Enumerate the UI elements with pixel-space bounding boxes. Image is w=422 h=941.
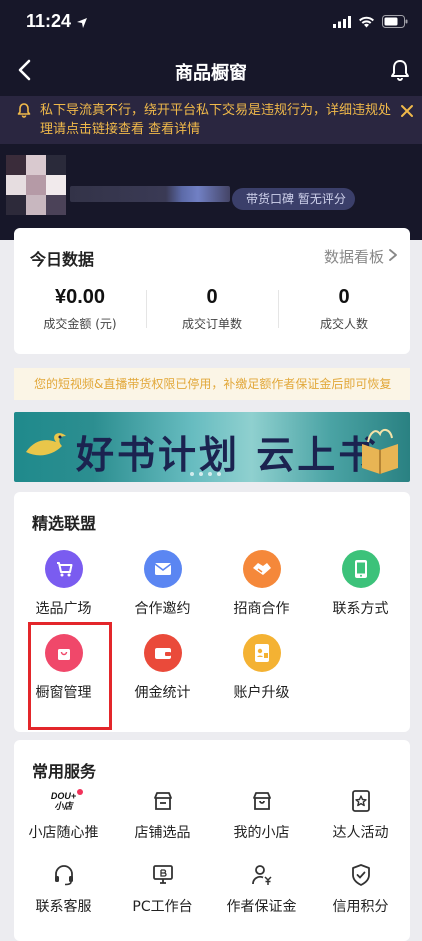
star-badge-icon [311,788,410,814]
bell-warning-icon [16,102,32,124]
dou-plus-logo-bottom: 小店 [54,801,73,811]
permission-warning[interactable]: 您的短视频&直播带货权限已停用，补缴足额作者保证金后即可恢复 [14,368,410,400]
dou-plus-logo-top: DOU+ [50,791,77,801]
page-title: 商品橱窗 [175,63,247,84]
today-data-card: 今日数据 数据看板 ¥0.00 成交金额 (元) 0 成交订单数 0 成交人数 [14,228,410,354]
service-item-creator-events[interactable]: 达人活动 [311,788,410,862]
notice-text[interactable]: 私下导流真不行，绕开平台私下交易是违规行为，详细违规处理请点击链接查看 查看详情 [40,101,398,139]
wifi-icon [358,13,375,32]
promo-banner[interactable]: 好书计划 云上书香 [14,412,410,482]
phone-icon [341,550,380,588]
data-dashboard-link[interactable]: 数据看板 [324,246,398,267]
service-item-label: 作者保证金 [226,899,297,915]
alliance-item-label: 账户升级 [233,685,290,701]
service-item-deposit[interactable]: 作者保证金 [212,862,311,936]
reputation-badge[interactable]: 带货口碑 暂无评分 [232,188,355,210]
service-item-store-selection[interactable]: 店铺选品 [113,788,212,862]
status-time: 11:24 [26,11,72,31]
avatar[interactable] [6,155,66,215]
service-item-label: 信用积分 [332,899,389,915]
alliance-card: 精选联盟 选品广场 合作邀约 招商合作 联系方式 橱窗管理 佣金统计 账户升级 [14,492,410,732]
alliance-item-merchant[interactable]: 招商合作 [212,550,311,634]
service-item-label: 我的小店 [233,825,290,841]
stats-row: ¥0.00 成交金额 (元) 0 成交订单数 0 成交人数 [14,286,410,342]
stat-order-count: 0 成交订单数 [146,286,278,342]
common-services-card: 常用服务 DOU+ 小店 小店随心推 店铺选品 我的小店 达人活动 联系客服 P… [14,740,410,941]
headset-icon [14,862,113,888]
service-item-label: 店铺选品 [134,825,191,841]
account-card-icon [242,634,281,672]
notice-banner[interactable]: 私下导流真不行，绕开平台私下交易是违规行为，详细违规处理请点击链接查看 查看详情 [0,96,422,144]
alliance-item-label: 招商合作 [233,601,290,617]
alliance-item-label: 佣金统计 [134,685,191,701]
service-item-my-shop[interactable]: 我的小店 [212,788,311,862]
store-icon [113,788,212,814]
stat-value: 0 [338,286,350,308]
profile-name-redacted [70,186,230,202]
carousel-dots [190,472,221,476]
service-item-label: 小店随心推 [28,825,99,841]
highlight-annotation-box [28,622,112,730]
profile-section: 带货口碑 暂无评分 [0,150,422,220]
service-item-customer-service[interactable]: 联系客服 [14,862,113,936]
alliance-item-commission[interactable]: 佣金统计 [113,634,212,718]
user-yuan-icon [212,862,311,888]
signal-icon [333,13,351,32]
today-data-title: 今日数据 [30,250,95,269]
stat-label: 成交人数 [319,317,368,331]
bell-icon[interactable] [388,58,412,82]
location-arrow-icon [76,14,88,33]
wallet-icon [143,634,182,672]
dou-plus-icon: DOU+ 小店 [14,788,113,814]
shop-icon [212,788,311,814]
alliance-title: 精选联盟 [32,514,97,533]
services-title: 常用服务 [32,762,97,781]
cart-icon [44,550,83,588]
service-item-label: 联系客服 [35,899,92,915]
stat-label: 成交订单数 [181,317,242,331]
data-dashboard-label: 数据看板 [323,248,384,266]
shield-check-icon [311,862,410,888]
alliance-item-label: 合作邀约 [134,601,191,617]
battery-icon [382,13,408,32]
status-icons [333,13,408,32]
stat-value: 0 [206,286,218,308]
stat-sales-amount: ¥0.00 成交金额 (元) [14,286,146,342]
close-icon[interactable] [398,102,416,120]
alliance-item-contact[interactable]: 联系方式 [311,550,410,634]
alliance-item-label: 选品广场 [35,601,92,617]
service-item-label: PC工作台 [132,899,193,915]
chevron-right-icon [388,248,398,266]
service-item-credit-score[interactable]: 信用积分 [311,862,410,936]
stat-label: 成交金额 (元) [43,317,117,331]
service-item-pc-workbench[interactable]: PC工作台 [113,862,212,936]
nav-bar: 商品橱窗 [0,46,422,96]
status-bar: 11:24 [0,0,422,44]
handshake-icon [242,550,281,588]
book-icon [358,424,402,478]
monitor-icon [113,862,212,888]
envelope-icon [143,550,182,588]
alliance-item-invitation[interactable]: 合作邀约 [113,550,212,634]
service-item-dou-plus[interactable]: DOU+ 小店 小店随心推 [14,788,113,862]
services-grid: DOU+ 小店 小店随心推 店铺选品 我的小店 达人活动 联系客服 PC工作台 … [14,788,410,936]
alliance-item-account-upgrade[interactable]: 账户升级 [212,634,311,718]
alliance-item-label: 联系方式 [332,601,389,617]
stat-buyer-count: 0 成交人数 [278,286,410,342]
bird-icon [22,422,70,474]
stat-value: ¥0.00 [54,286,106,308]
service-item-label: 达人活动 [332,825,389,841]
